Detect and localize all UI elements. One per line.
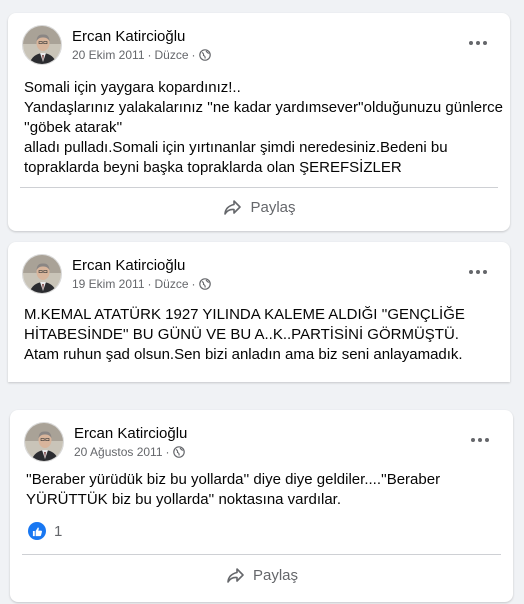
avatar[interactable] [22, 254, 62, 294]
like-thumb-icon [28, 522, 46, 540]
share-arrow-icon [224, 200, 242, 215]
meta-separator: · [191, 277, 196, 291]
author-name[interactable]: Ercan Katircioğlu [72, 28, 185, 45]
share-arrow-icon [227, 568, 244, 583]
meta-separator: · [147, 277, 152, 291]
post-text: ''Beraber yürüdük biz bu yollarda'' diye… [26, 471, 441, 508]
post-text: M.KEMAL ATATÜRK 1927 YILINDA KALEME ALDI… [24, 306, 465, 363]
edited-label[interactable]: Düzce [155, 277, 189, 291]
post-card: Ercan Katircioğlu 20 Ekim 2011 · Düzce ·… [8, 13, 510, 231]
share-button[interactable]: Paylaş [8, 190, 510, 224]
globe-icon[interactable] [198, 49, 211, 61]
avatar[interactable] [22, 25, 62, 65]
divider [22, 554, 501, 555]
post-header: Ercan Katircioğlu 20 Ağustos 2011 · [24, 422, 494, 462]
share-label: Paylaş [250, 198, 296, 216]
reaction-count: 1 [54, 522, 63, 540]
divider [20, 187, 498, 188]
more-options-icon[interactable] [466, 264, 490, 280]
avatar[interactable] [24, 422, 64, 462]
author-name[interactable]: Ercan Katircioğlu [72, 257, 185, 274]
reaction-summary[interactable]: 1 [28, 522, 62, 540]
globe-icon[interactable] [172, 446, 185, 458]
author-name[interactable]: Ercan Katircioğlu [74, 425, 187, 442]
post-meta: 20 Ekim 2011 · Düzce · [72, 48, 211, 62]
post-date[interactable]: 20 Ekim 2011 [72, 48, 145, 62]
post-meta: 19 Ekim 2011 · Düzce · [72, 277, 211, 291]
more-options-icon[interactable] [466, 35, 490, 51]
meta-separator: · [147, 48, 152, 62]
post-card: Ercan Katircioğlu 20 Ağustos 2011 · ''Be… [10, 410, 513, 602]
more-options-icon[interactable] [468, 432, 492, 448]
post-date[interactable]: 19 Ekim 2011 [72, 277, 145, 291]
post-meta: 20 Ağustos 2011 · [74, 445, 185, 459]
share-label: Paylaş [252, 566, 299, 584]
globe-icon[interactable] [198, 278, 211, 290]
post-text: Somali için yaygara kopardınız!.. Yandaş… [24, 79, 503, 176]
post-card: Ercan Katircioğlu 19 Ekim 2011 · Düzce ·… [8, 242, 510, 382]
post-header: Ercan Katircioğlu 19 Ekim 2011 · Düzce · [22, 254, 492, 294]
meta-separator: · [191, 48, 196, 62]
meta-separator: · [165, 445, 170, 459]
post-header: Ercan Katircioğlu 20 Ekim 2011 · Düzce · [22, 25, 492, 65]
post-date[interactable]: 20 Ağustos 2011 [74, 445, 163, 459]
share-button[interactable]: Paylaş [10, 558, 513, 592]
edited-label[interactable]: Düzce [155, 48, 189, 62]
